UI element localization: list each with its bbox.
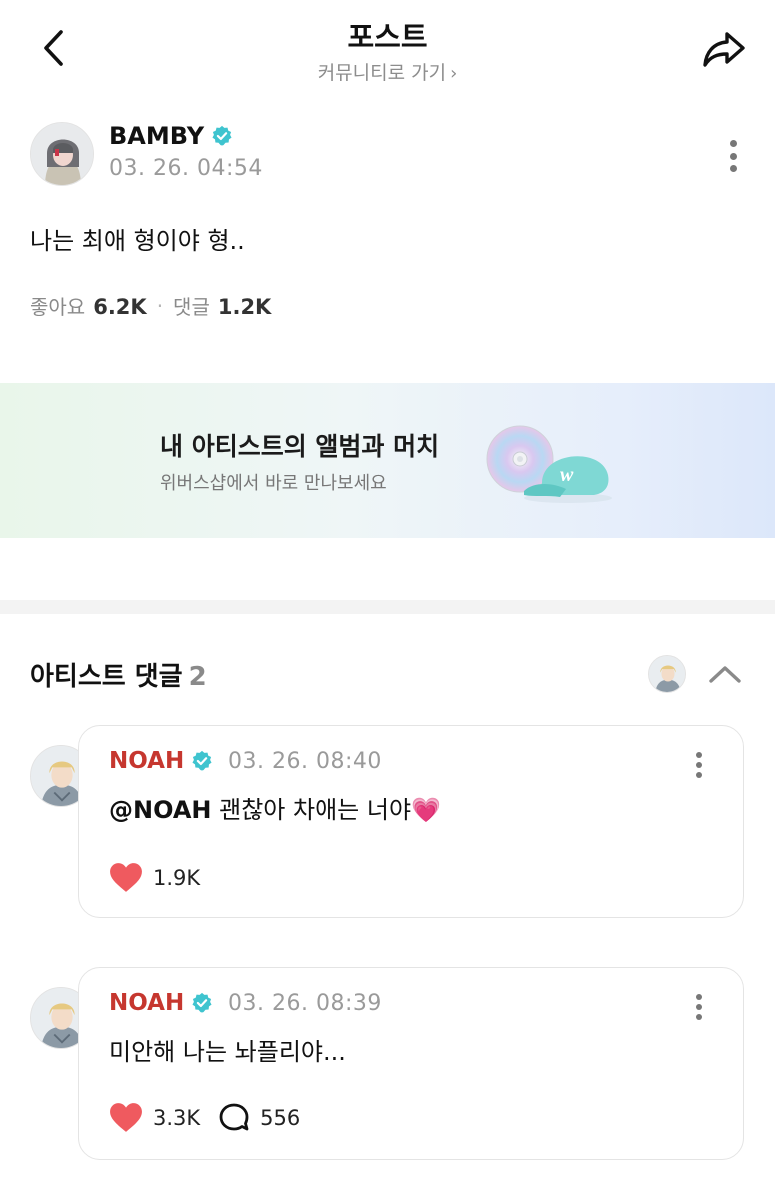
share-icon xyxy=(703,32,745,67)
like-count: 3.3K xyxy=(153,1106,201,1130)
comment-text: @NOAH 괜찮아 차애는 너야💗 xyxy=(109,790,441,825)
artist-comments-title: 아티스트 댓글 2 xyxy=(30,656,207,693)
banner-subtitle: 위버스샵에서 바로 만나보세요 xyxy=(160,473,387,494)
verified-badge-icon xyxy=(212,125,232,146)
comment-card: NOAH 03. 26. 08:40 @NOAH 괜찮아 차애는 너야💗 1.9… xyxy=(78,725,744,918)
bamby-avatar-image xyxy=(31,123,93,185)
author-name[interactable]: BAMBY xyxy=(109,122,233,150)
more-dot xyxy=(729,165,737,172)
heart-icon[interactable] xyxy=(109,862,143,894)
community-link-label: 커뮤니티로 가기 xyxy=(317,62,447,84)
comment-more-button[interactable] xyxy=(695,752,703,778)
go-to-community-link[interactable]: 커뮤니티로 가기 › xyxy=(0,58,775,85)
more-vertical-icon xyxy=(729,140,737,147)
noah-avatar-image xyxy=(649,656,685,692)
artist-comments-count: 2 xyxy=(188,662,207,692)
comment-timestamp: 03. 26. 08:39 xyxy=(228,991,382,1016)
comments-stat[interactable]: 댓글 1.2K xyxy=(173,291,271,320)
svg-text:w: w xyxy=(560,464,574,486)
album-and-cap-illustration: w xyxy=(486,425,612,503)
banner-title: 내 아티스트의 앨범과 머치 xyxy=(160,432,440,461)
stats-separator: · xyxy=(156,293,164,318)
comments-count: 1.2K xyxy=(217,295,272,319)
post-stats: 좋아요 6.2K · 댓글 1.2K xyxy=(30,291,271,320)
more-vertical-icon xyxy=(696,994,702,1000)
likes-label: 좋아요 xyxy=(30,295,86,319)
commenter-name-text: NOAH xyxy=(109,990,185,1016)
likes-stat[interactable]: 좋아요 6.2K xyxy=(30,291,147,320)
share-button[interactable] xyxy=(701,26,747,72)
post-timestamp: 03. 26. 04:54 xyxy=(109,156,263,181)
verified-badge-icon xyxy=(192,992,212,1013)
artist-comment: NOAH 03. 26. 08:39 미안해 나는 놔플리야... 3.3K 5… xyxy=(30,967,744,1162)
comment-bubble-icon[interactable] xyxy=(218,1102,250,1134)
artist-comment: NOAH 03. 26. 08:40 @NOAH 괜찮아 차애는 너야💗 1.9… xyxy=(30,725,744,920)
post-more-button[interactable] xyxy=(721,136,745,176)
comment-body: 미안해 나는 놔플리야... xyxy=(109,1038,346,1066)
comment-card: NOAH 03. 26. 08:39 미안해 나는 놔플리야... 3.3K 5… xyxy=(78,967,744,1160)
comment-actions: 1.9K xyxy=(109,862,200,894)
more-dot xyxy=(696,772,702,778)
comment-timestamp: 03. 26. 08:40 xyxy=(228,749,382,774)
like-count: 1.9K xyxy=(153,866,201,890)
chevron-up-icon xyxy=(709,666,741,683)
mention[interactable]: @NOAH xyxy=(109,796,212,824)
commenter-name[interactable]: NOAH xyxy=(109,990,213,1016)
artist-comments-label: 아티스트 댓글 xyxy=(30,662,183,692)
more-dot xyxy=(696,762,702,768)
comments-label: 댓글 xyxy=(173,295,210,319)
more-dot xyxy=(696,1014,702,1020)
post-body-text: 나는 최애 형이야 형.. xyxy=(30,227,245,255)
commenter-name[interactable]: NOAH xyxy=(109,748,213,774)
comment-text: 미안해 나는 놔플리야... xyxy=(109,1032,346,1067)
artist-avatar-small[interactable] xyxy=(648,655,686,693)
more-dot xyxy=(729,152,737,160)
reply-count: 556 xyxy=(260,1106,301,1130)
author-name-text: BAMBY xyxy=(109,122,205,150)
more-vertical-icon xyxy=(696,752,702,758)
chevron-right-icon: › xyxy=(450,63,458,84)
post-author-row: BAMBY 03. 26. 04:54 xyxy=(30,122,745,186)
commenter-name-text: NOAH xyxy=(109,748,185,774)
verified-badge-icon xyxy=(192,750,212,771)
collapse-button[interactable] xyxy=(706,656,744,692)
comment-body: 괜찮아 차애는 너야💗 xyxy=(211,796,441,824)
more-dot xyxy=(696,1004,702,1010)
section-divider xyxy=(0,600,775,614)
comment-more-button[interactable] xyxy=(695,994,703,1020)
shop-promo-banner[interactable]: 내 아티스트의 앨범과 머치 위버스샵에서 바로 만나보세요 w xyxy=(0,383,775,538)
author-avatar[interactable] xyxy=(30,122,94,186)
page-title: 포스트 xyxy=(347,20,428,54)
likes-count: 6.2K xyxy=(93,295,147,319)
heart-icon[interactable] xyxy=(109,1102,143,1134)
top-bar: 포스트 커뮤니티로 가기 › xyxy=(0,0,775,96)
comment-actions: 3.3K 556 xyxy=(109,1102,300,1134)
